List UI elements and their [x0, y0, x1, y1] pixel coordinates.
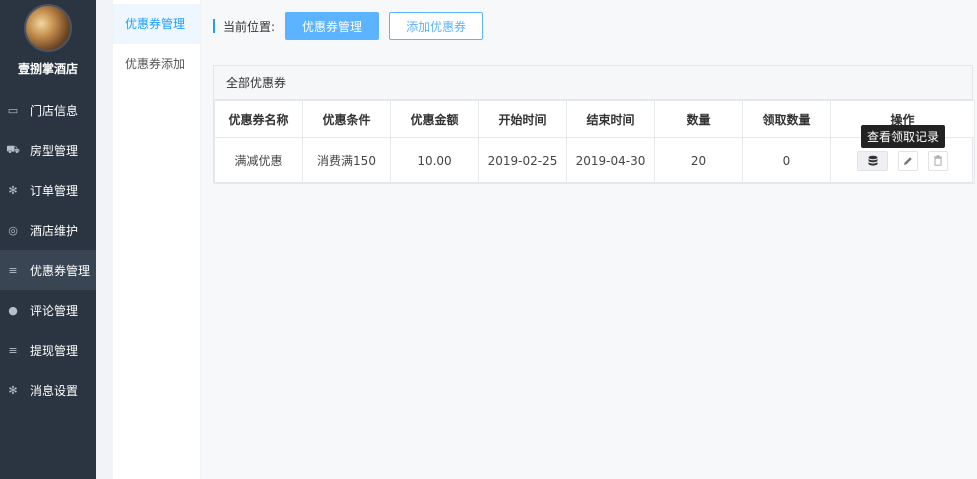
add-coupon-button[interactable]: 添加优惠券 [389, 12, 484, 40]
menu-icon: ≡ [8, 263, 18, 277]
panel-title: 全部优惠券 [214, 66, 972, 100]
store-card-icon: ▭ [7, 103, 19, 117]
cell-claimed: 0 [742, 137, 831, 184]
view-records-button[interactable] [857, 150, 889, 171]
cell-actions: 查看领取记录 [830, 125, 975, 184]
nav-item-coupons[interactable]: ≡ 优惠券管理 [0, 250, 96, 290]
nav-label: 房型管理 [30, 143, 79, 158]
coupon-manage-button[interactable]: 优惠券管理 [285, 12, 380, 40]
table-row: 满减优惠 消费满150 10.00 2019-02-25 2019-04-30 … [214, 125, 975, 184]
nav-item-withdrawals[interactable]: ≡ 提现管理 [0, 330, 96, 370]
edit-button[interactable] [898, 150, 918, 171]
sidebar: 壹捌掌酒店 ▭ 门店信息 ⛟ 房型管理 ✻ 订单管理 ◎ 酒店维护 ≡ 优惠券管理 ● 评论… [0, 0, 96, 479]
hotel-avatar [24, 4, 72, 52]
cell-quantity: 20 [654, 137, 743, 184]
coupon-table: 优惠券名称 优惠条件 优惠金额 开始时间 结束时间 数量 领取数量 操作 满减优… [214, 100, 975, 184]
cell-amount: 10.00 [390, 137, 479, 184]
nav-label: 评论管理 [30, 303, 79, 318]
list-icon: ≡ [8, 343, 18, 357]
nav-item-store-info[interactable]: ▭ 门店信息 [0, 90, 96, 130]
settings-icon: ✻ [8, 383, 18, 397]
nav-label: 消息设置 [30, 383, 79, 398]
header-end-time: 结束时间 [566, 100, 655, 138]
nav-label: 订单管理 [30, 183, 79, 198]
cart-icon: ⛟ [6, 142, 20, 156]
nav-item-message-settings[interactable]: ✻ 消息设置 [0, 370, 96, 410]
submenu-item-coupon-add[interactable]: 优惠券添加 [113, 44, 200, 84]
delete-button[interactable] [927, 150, 948, 171]
user-icon: ● [8, 303, 18, 317]
nav-label: 门店信息 [30, 103, 79, 118]
cell-end: 2019-04-30 [566, 137, 655, 184]
submenu-item-coupon-manage[interactable]: 优惠券管理 [113, 4, 200, 44]
main-content: 当前位置: 优惠券管理 添加优惠券 全部优惠券 优惠券名称 优惠条件 优惠金额 … [201, 0, 977, 479]
nav-label: 提现管理 [30, 343, 79, 358]
nav-item-orders[interactable]: ✻ 订单管理 [0, 170, 96, 210]
header-coupon-name: 优惠券名称 [214, 100, 303, 138]
header-amount: 优惠金额 [390, 100, 479, 138]
breadcrumb-marker [213, 19, 215, 33]
database-icon [868, 155, 878, 166]
cell-condition: 消费满150 [302, 137, 391, 184]
header-start-time: 开始时间 [478, 100, 567, 138]
nav-item-hotel-maintenance[interactable]: ◎ 酒店维护 [0, 210, 96, 250]
header-quantity: 数量 [654, 100, 743, 138]
view-records-tooltip: 查看领取记录 [861, 125, 946, 148]
brand: 壹捌掌酒店 [0, 0, 96, 90]
compass-icon: ◎ [8, 223, 18, 237]
breadcrumb: 当前位置: 优惠券管理 添加优惠券 [213, 12, 484, 40]
cell-start: 2019-02-25 [478, 137, 567, 184]
brand-name: 壹捌掌酒店 [17, 62, 78, 76]
header-claimed: 领取数量 [742, 100, 831, 138]
trash-icon [933, 155, 942, 166]
header-condition: 优惠条件 [302, 100, 391, 138]
breadcrumb-label: 当前位置: [223, 19, 276, 34]
nav-label: 酒店维护 [30, 223, 79, 238]
gear-icon: ✻ [8, 183, 18, 197]
nav-item-reviews[interactable]: ● 评论管理 [0, 290, 96, 330]
pencil-icon [904, 156, 912, 165]
submenu: 优惠券管理 优惠券添加 [113, 0, 200, 479]
cell-name: 满减优惠 [214, 137, 303, 184]
nav-label: 优惠券管理 [30, 263, 91, 278]
coupon-panel: 全部优惠券 优惠券名称 优惠条件 优惠金额 开始时间 结束时间 数量 领取数量 … [213, 65, 975, 184]
nav-item-room-types[interactable]: ⛟ 房型管理 [0, 130, 96, 170]
